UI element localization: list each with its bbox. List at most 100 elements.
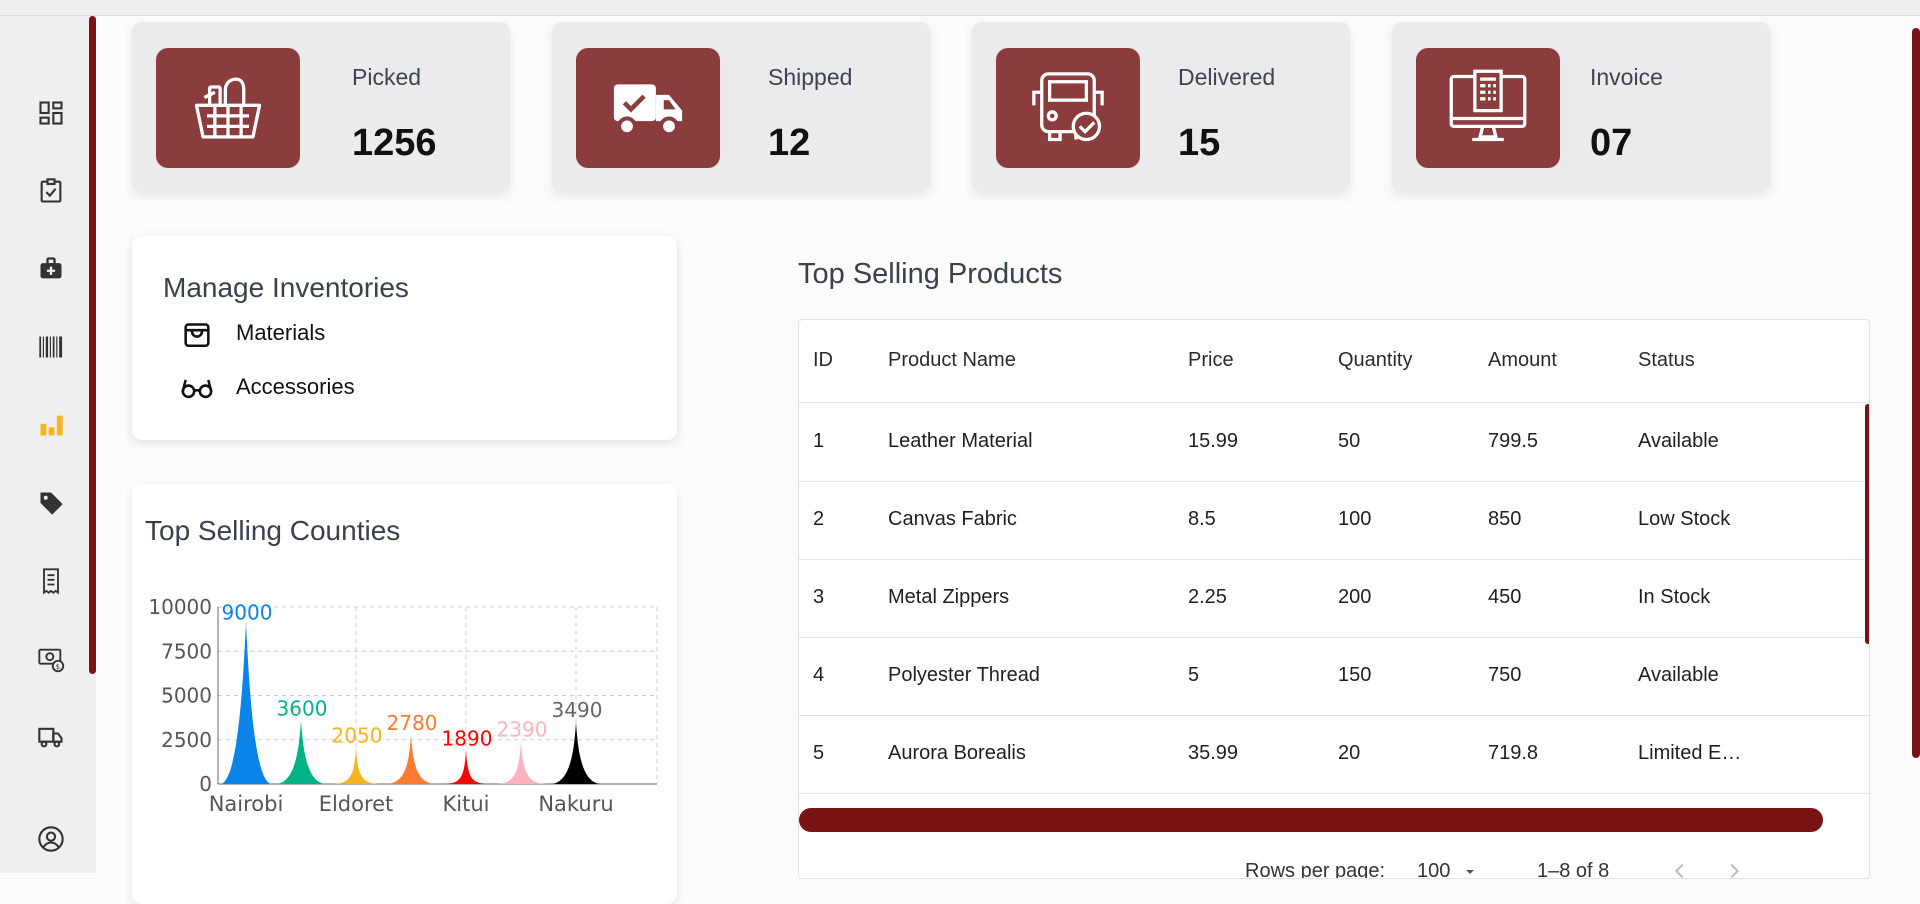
stat-label: Shipped xyxy=(768,64,853,90)
cell-id: 3 xyxy=(813,586,825,608)
cell-amount: 719.8 xyxy=(1488,742,1539,764)
rows-per-page-value: 100 xyxy=(1417,860,1451,879)
inventory-item-materials[interactable]: Materials xyxy=(180,316,325,350)
cell-product-name: Polyester Thread xyxy=(888,664,1040,686)
cell-id: 5 xyxy=(813,742,825,764)
area-peak xyxy=(550,722,602,784)
products-table: ID Product Name Price Quantity Amount St… xyxy=(798,319,1870,879)
stat-card-delivered[interactable]: Delivered 15 xyxy=(972,22,1350,192)
manage-inventories-card: Manage Inventories Materials Accessories xyxy=(132,236,677,440)
main-content: Picked 1256 Shipped 12 Delivered 15 Invo… xyxy=(96,16,1920,904)
stat-card-picked[interactable]: Picked 1256 xyxy=(132,22,510,192)
chevron-left-icon xyxy=(1674,863,1684,878)
table-row[interactable]: 3 Metal Zippers 2.25 200 450 In Stock xyxy=(799,560,1869,638)
previous-page-button[interactable] xyxy=(1669,860,1691,878)
stat-card-invoice[interactable]: Invoice 07 xyxy=(1392,22,1770,192)
table-row[interactable]: 4 Polyester Thread 5 150 750 Available xyxy=(799,638,1869,716)
briefcase-icon[interactable] xyxy=(36,254,66,284)
table-row[interactable]: 2 Canvas Fabric 8.5 100 850 Low Stock xyxy=(799,482,1869,560)
cell-amount: 750 xyxy=(1488,664,1522,686)
counties-chart: 10000750050002500090003600205027801890 23… xyxy=(148,595,658,816)
data-label: 9000 xyxy=(222,601,273,625)
cell-quantity: 100 xyxy=(1338,508,1372,530)
account-icon[interactable] xyxy=(36,824,66,854)
bar-chart-icon[interactable] xyxy=(36,410,66,440)
area-peak xyxy=(385,734,437,784)
stat-card-shipped[interactable]: Shipped 12 xyxy=(552,22,930,192)
data-label: 2050 xyxy=(332,724,383,748)
receipt-icon[interactable] xyxy=(36,566,66,596)
rows-per-page-select[interactable]: 100 xyxy=(1417,860,1478,879)
column-header-price[interactable]: Price xyxy=(1188,349,1234,372)
cell-status: Available xyxy=(1638,430,1719,452)
products-title: Top Selling Products xyxy=(798,258,1063,290)
sidebar: $ xyxy=(0,16,96,873)
money-icon[interactable]: $ xyxy=(36,644,66,674)
sidebar-scrollbar[interactable] xyxy=(89,16,96,674)
cell-product-name: Leather Material xyxy=(888,430,1033,452)
tag-icon[interactable] xyxy=(36,488,66,518)
cell-status: Low Stock xyxy=(1638,508,1731,530)
data-label: 3600 xyxy=(277,696,328,720)
column-header-status[interactable]: Status xyxy=(1638,349,1695,372)
cell-id: 1 xyxy=(813,430,825,452)
x-tick-label: Kitui xyxy=(443,792,490,816)
area-peak xyxy=(440,750,492,784)
stat-label: Invoice xyxy=(1590,64,1663,90)
inventory-item-label: Materials xyxy=(236,320,326,345)
cell-price: 2.25 xyxy=(1188,586,1227,608)
stat-label: Delivered xyxy=(1178,64,1276,90)
barcode-icon[interactable] xyxy=(36,332,66,362)
next-page-button[interactable] xyxy=(1723,860,1745,878)
stat-value: 1256 xyxy=(352,122,437,164)
stat-value: 12 xyxy=(768,122,811,164)
table-header: ID Product Name Price Quantity Amount St… xyxy=(799,320,1869,403)
inventory-item-accessories[interactable]: Accessories xyxy=(180,370,355,404)
cell-price: 5 xyxy=(1188,664,1200,686)
cell-price: 15.99 xyxy=(1188,430,1239,452)
table-vertical-scrollbar[interactable] xyxy=(1865,404,1869,644)
column-header-id[interactable]: ID xyxy=(813,349,833,372)
cell-price: 35.99 xyxy=(1188,742,1239,764)
table-row[interactable]: 5 Aurora Borealis 35.99 20 719.8 Limited… xyxy=(799,716,1869,794)
cell-price: 8.5 xyxy=(1188,508,1216,530)
inventory-title: Manage Inventories xyxy=(163,272,409,303)
cell-amount: 799.5 xyxy=(1488,430,1539,452)
x-tick-label: Eldoret xyxy=(319,792,394,816)
cell-product-name: Metal Zippers xyxy=(888,586,1010,608)
y-tick-label: 7500 xyxy=(161,639,212,663)
table-pagination: Rows per page: 100 1–8 of 8 xyxy=(799,848,1869,879)
data-label: 3490 xyxy=(552,698,603,722)
browser-top-bar xyxy=(0,0,1920,16)
clipboard-check-icon[interactable] xyxy=(36,176,66,206)
y-tick-label: 10000 xyxy=(148,595,212,619)
cell-amount: 450 xyxy=(1488,586,1522,608)
svg-text:$: $ xyxy=(56,663,60,671)
glasses-icon xyxy=(181,379,213,399)
stat-value: 15 xyxy=(1178,122,1221,164)
chevron-right-icon xyxy=(1730,863,1740,878)
truck-icon[interactable] xyxy=(36,722,66,752)
cell-quantity: 150 xyxy=(1338,664,1372,686)
delivery-truck-icon xyxy=(576,48,720,168)
table-row[interactable]: 1 Leather Material 15.99 50 799.5 Availa… xyxy=(799,404,1869,482)
cell-status: Available xyxy=(1638,664,1719,686)
data-label: 2390 xyxy=(497,718,548,742)
stat-value: 07 xyxy=(1590,122,1633,164)
dashboard-icon[interactable] xyxy=(36,98,66,128)
cell-product-name: Canvas Fabric xyxy=(888,508,1017,530)
area-peak xyxy=(330,747,382,784)
area-peak xyxy=(495,741,547,784)
column-header-product-name[interactable]: Product Name xyxy=(888,349,1016,372)
table-horizontal-scrollbar[interactable] xyxy=(799,808,1823,832)
cell-quantity: 50 xyxy=(1338,430,1361,452)
cell-quantity: 200 xyxy=(1338,586,1372,608)
pagination-range: 1–8 of 8 xyxy=(1537,860,1610,879)
top-selling-counties-card: Top Selling Counties 10000 7500 5000 2500 0 9… xyxy=(132,484,677,904)
column-header-amount[interactable]: Amount xyxy=(1488,349,1557,372)
column-header-quantity[interactable]: Quantity xyxy=(1338,349,1412,372)
x-tick-label: Nairobi xyxy=(209,792,284,816)
cell-id: 2 xyxy=(813,508,825,530)
cell-id: 4 xyxy=(813,664,825,686)
y-tick-label: 2500 xyxy=(161,728,212,752)
